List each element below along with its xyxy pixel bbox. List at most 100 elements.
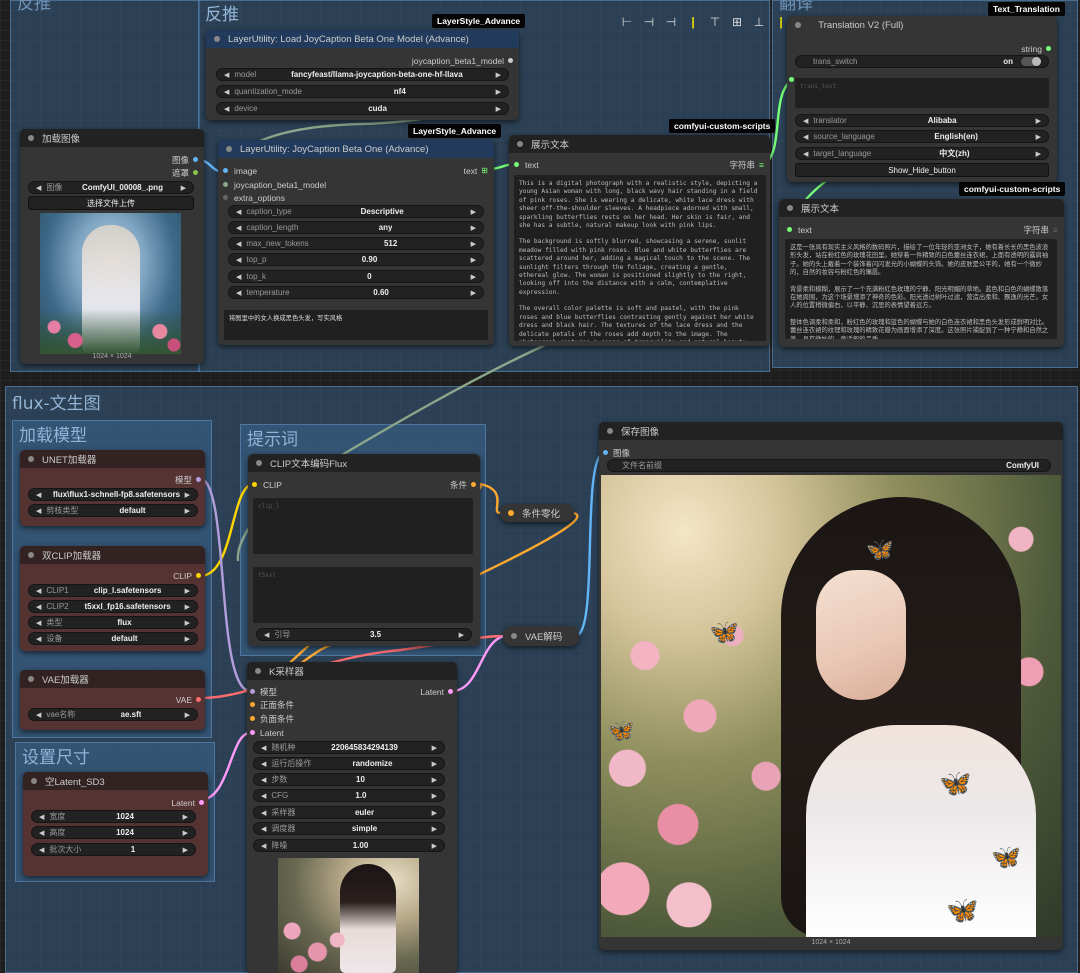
ksampler-node[interactable]: K采样器 模型 正面条件 负面条件 Latent Latent ◀ 随机种 2206… bbox=[247, 662, 457, 973]
arrow-right-icon[interactable]: ▶ bbox=[432, 776, 437, 784]
input-latent[interactable]: Latent bbox=[250, 726, 284, 739]
arrow-left-icon[interactable]: ◀ bbox=[261, 744, 266, 752]
collapse-dot-icon[interactable] bbox=[214, 36, 220, 42]
arrow-right-icon[interactable]: ▶ bbox=[459, 631, 464, 639]
guidance-stepper[interactable]: ◀ 引导 3.5 ▶ bbox=[256, 628, 472, 641]
temperature-stepper[interactable]: ◀ temperature 0.60 ▶ bbox=[228, 286, 484, 299]
socket-icon[interactable] bbox=[787, 227, 792, 232]
source-language-select[interactable]: ◀ source_language English(en) ▶ bbox=[795, 130, 1049, 143]
arrow-left-icon[interactable]: ◀ bbox=[36, 603, 41, 611]
top-k-stepper[interactable]: ◀ top_k 0 ▶ bbox=[228, 270, 484, 283]
node-header[interactable]: VAE解码 bbox=[503, 626, 579, 646]
collapse-dot-icon[interactable] bbox=[28, 456, 34, 462]
vae-name-select[interactable]: ◀ vae名称 ae.sft ▶ bbox=[28, 708, 198, 721]
input-negative[interactable]: 负面条件 bbox=[250, 712, 294, 725]
input-images[interactable]: 图像 bbox=[603, 446, 630, 459]
save-image-node[interactable]: 保存图像 图像 文件名前缀 ComfyUI 🦋 🦋 🦋 🦋 🦋 🦋 1024 × … bbox=[599, 422, 1063, 950]
grid-icon[interactable]: ≡ bbox=[759, 160, 764, 170]
socket-icon[interactable] bbox=[223, 195, 228, 200]
input-text[interactable]: text bbox=[787, 223, 812, 236]
collapse-dot-icon[interactable] bbox=[256, 460, 262, 466]
collapse-dot-icon[interactable] bbox=[787, 205, 793, 211]
socket-icon[interactable] bbox=[199, 800, 204, 805]
align-center-h-icon[interactable]: ⊣ bbox=[641, 14, 657, 30]
output-string[interactable]: 字符串 ≡ bbox=[730, 158, 764, 171]
arrow-left-icon[interactable]: ◀ bbox=[236, 273, 241, 281]
socket-icon[interactable] bbox=[252, 482, 257, 487]
quantization-select[interactable]: ◀ quantization_mode nf4 ▶ bbox=[216, 85, 509, 98]
arrow-left-icon[interactable]: ◀ bbox=[36, 635, 41, 643]
clip2-select[interactable]: ◀ CLIP2 t5xxl_fp16.safetensors ▶ bbox=[28, 600, 198, 613]
input-model[interactable]: 模型 bbox=[250, 685, 277, 698]
t5xxl-textarea[interactable]: t5xxl bbox=[253, 567, 473, 623]
sampler-select[interactable]: ◀ 采样器 euler ▶ bbox=[253, 806, 445, 819]
clip-text-encode-flux-node[interactable]: CLIP文本编码Flux CLIP 条件 clip_l t5xxl ◀ 引导 3.5… bbox=[248, 454, 480, 646]
arrow-right-icon[interactable]: ▶ bbox=[496, 105, 501, 113]
socket-icon[interactable] bbox=[508, 58, 513, 63]
node-header[interactable]: a Translation V2 (Full) bbox=[787, 16, 1057, 34]
output-model[interactable]: 模型 bbox=[175, 473, 201, 486]
output-conditioning[interactable]: 条件 bbox=[450, 478, 476, 491]
image-select[interactable]: ◀ 图像 ComfyUI_00008_.png ▶ bbox=[28, 181, 194, 194]
clip-l-textarea[interactable]: clip_l bbox=[253, 498, 473, 554]
arrow-left-icon[interactable]: ◀ bbox=[36, 619, 41, 627]
arrow-right-icon[interactable]: ▶ bbox=[471, 256, 476, 264]
output-mask[interactable]: 遮罩 bbox=[172, 166, 198, 179]
arrow-right-icon[interactable]: ▶ bbox=[185, 587, 190, 595]
arrow-right-icon[interactable]: ▶ bbox=[185, 635, 190, 643]
seed-stepper[interactable]: ◀ 随机种 220645834294139 ▶ bbox=[253, 741, 445, 754]
node-header[interactable]: UNET加载器 bbox=[20, 450, 205, 468]
arrow-left-icon[interactable]: ◀ bbox=[36, 491, 41, 499]
unet-name-select[interactable]: ◀ flux\flux1-schnell-fp8.safetensors ▶ bbox=[28, 488, 198, 501]
cfg-stepper[interactable]: ◀ CFG 1.0 ▶ bbox=[253, 789, 445, 802]
arrow-left-icon[interactable]: ◀ bbox=[224, 71, 229, 79]
arrow-left-icon[interactable]: ◀ bbox=[261, 825, 266, 833]
output-string[interactable]: 字符串 ≡ bbox=[1024, 223, 1058, 236]
socket-icon[interactable] bbox=[196, 573, 201, 578]
socket-icon[interactable] bbox=[1046, 46, 1051, 51]
arrow-left-icon[interactable]: ◀ bbox=[236, 240, 241, 248]
align-left-icon[interactable]: ⊢ bbox=[619, 14, 635, 30]
arrow-left-icon[interactable]: ◀ bbox=[36, 184, 41, 192]
height-stepper[interactable]: ◀ 高度 1024 ▶ bbox=[31, 826, 196, 839]
arrow-left-icon[interactable]: ◀ bbox=[261, 792, 266, 800]
collapse-dot-icon[interactable] bbox=[511, 633, 517, 639]
steps-stepper[interactable]: ◀ 步数 10 ▶ bbox=[253, 773, 445, 786]
load-image-node[interactable]: 加载图像 图像 遮罩 ◀ 图像 ComfyUI_00008_.png ▶ 选择文件上传… bbox=[20, 129, 204, 364]
arrow-right-icon[interactable]: ▶ bbox=[181, 184, 186, 192]
arrow-right-icon[interactable]: ▶ bbox=[432, 825, 437, 833]
collapse-dot-icon[interactable] bbox=[255, 668, 261, 674]
output-latent[interactable]: Latent bbox=[420, 685, 453, 698]
socket-icon[interactable] bbox=[223, 168, 228, 173]
arrow-left-icon[interactable]: ◀ bbox=[803, 133, 808, 141]
socket-icon[interactable] bbox=[250, 716, 255, 721]
socket-icon[interactable] bbox=[193, 170, 198, 175]
arrow-left-icon[interactable]: ◀ bbox=[261, 842, 266, 850]
collapse-dot-icon[interactable] bbox=[517, 141, 523, 147]
output-clip[interactable]: CLIP bbox=[173, 569, 201, 582]
socket-icon[interactable] bbox=[603, 450, 608, 455]
arrow-right-icon[interactable]: ▶ bbox=[432, 809, 437, 817]
arrow-right-icon[interactable]: ▶ bbox=[471, 273, 476, 281]
filename-prefix-field[interactable]: 文件名前缀 ComfyUI bbox=[607, 459, 1051, 472]
socket-icon[interactable] bbox=[196, 697, 201, 702]
arrow-right-icon[interactable]: ▶ bbox=[496, 71, 501, 79]
empty-latent-node[interactable]: 空Latent_SD3 Latent ◀ 宽度 1024 ▶ ◀ 高度 1024 ▶ ◀ 批次… bbox=[23, 772, 208, 876]
output-latent[interactable]: Latent bbox=[171, 796, 204, 809]
socket-icon[interactable] bbox=[514, 162, 519, 167]
node-header[interactable]: LayerUtility: Load JoyCaption Beta One M… bbox=[206, 30, 519, 48]
conditioning-zero-out-node[interactable]: 条件零化 bbox=[500, 504, 574, 522]
arrow-right-icon[interactable]: ▶ bbox=[432, 744, 437, 752]
node-header[interactable]: K采样器 bbox=[247, 662, 457, 680]
arrow-right-icon[interactable]: ▶ bbox=[432, 760, 437, 768]
arrow-right-icon[interactable]: ▶ bbox=[185, 603, 190, 611]
arrow-right-icon[interactable]: ▶ bbox=[183, 813, 188, 821]
collapse-dot-icon[interactable] bbox=[226, 146, 232, 152]
arrow-left-icon[interactable]: ◀ bbox=[236, 256, 241, 264]
arrow-right-icon[interactable]: ▶ bbox=[496, 88, 501, 96]
align-middle-v-icon[interactable]: ⊞ bbox=[729, 14, 745, 30]
dual-clip-loader-node[interactable]: 双CLIP加载器 CLIP ◀ CLIP1 clip_l.safetensors ▶ … bbox=[20, 546, 205, 651]
model-select[interactable]: ◀ model fancyfeast/llama-joycaption-beta-o… bbox=[216, 68, 509, 81]
translation-node[interactable]: a Translation V2 (Full) string trans_swit… bbox=[787, 16, 1057, 182]
output-string[interactable]: string bbox=[1021, 42, 1051, 55]
